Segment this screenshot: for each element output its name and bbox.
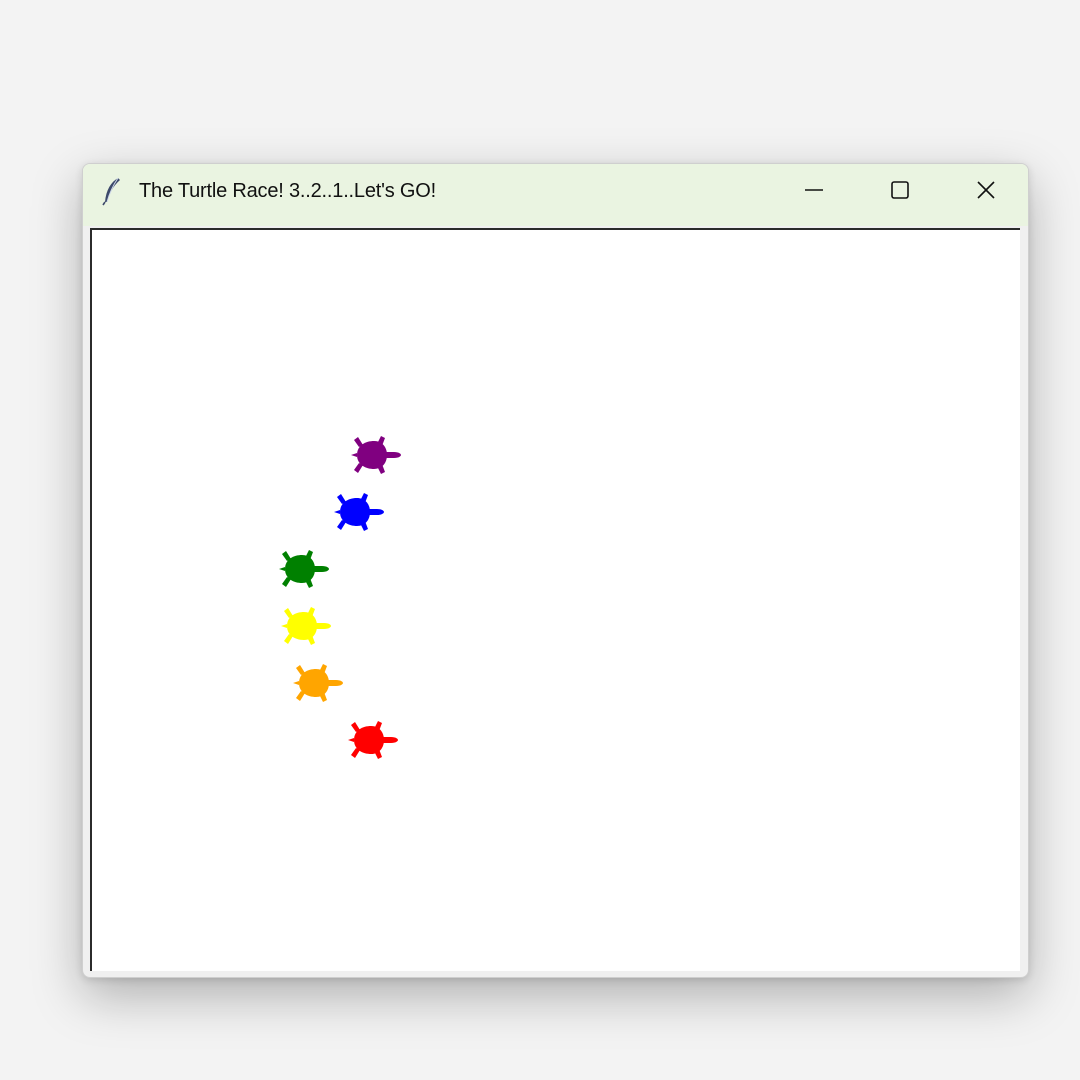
app-window: The Turtle Race! 3..2..1..Let's GO! xyxy=(82,163,1029,978)
turtle-green xyxy=(279,550,329,588)
minimize-icon xyxy=(805,189,823,191)
turtle-yellow xyxy=(281,607,331,645)
turtle-blue xyxy=(334,493,384,531)
window-title: The Turtle Race! 3..2..1..Let's GO! xyxy=(139,180,436,202)
maximize-icon xyxy=(891,181,909,199)
turtle-canvas-svg xyxy=(279,436,401,759)
turtle-red xyxy=(348,721,398,759)
close-icon xyxy=(977,181,995,199)
title-bar[interactable]: The Turtle Race! 3..2..1..Let's GO! xyxy=(83,164,1028,226)
maximize-button[interactable] xyxy=(857,164,943,216)
feather-icon xyxy=(102,177,120,206)
close-button[interactable] xyxy=(943,164,1028,216)
turtle-purple xyxy=(351,436,401,474)
minimize-button[interactable] xyxy=(771,164,857,216)
turtle-orange xyxy=(293,664,343,702)
turtle-canvas[interactable] xyxy=(90,228,1020,971)
